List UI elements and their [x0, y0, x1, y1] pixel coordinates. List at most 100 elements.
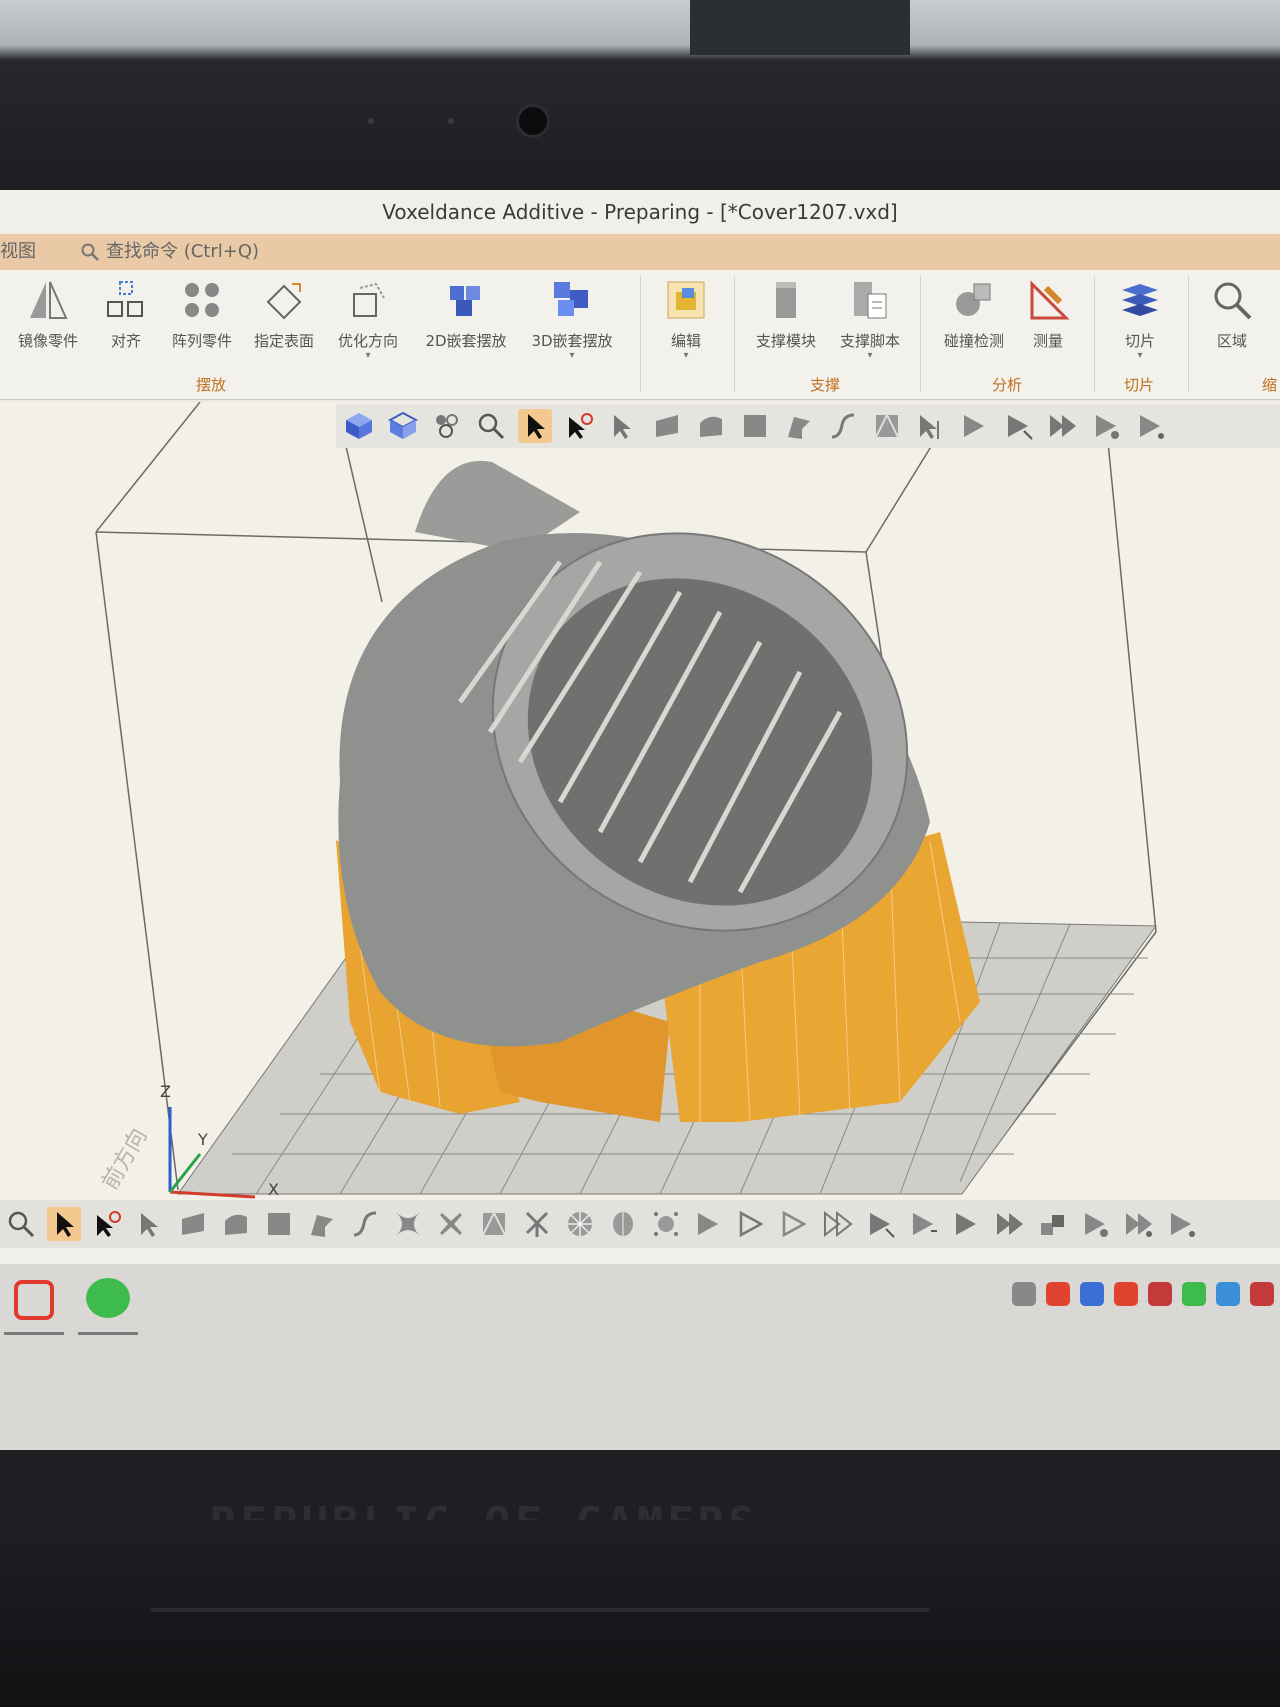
mirror-icon — [30, 281, 68, 319]
support-module-button[interactable]: 支撑模块 — [746, 274, 826, 351]
lattice-button[interactable] — [391, 1207, 425, 1241]
play-step-button[interactable] — [907, 1207, 941, 1241]
play-outline-icon — [739, 1210, 764, 1238]
zoom-fit-button[interactable] — [430, 409, 464, 443]
radial-support-button[interactable] — [563, 1207, 597, 1241]
align-button[interactable]: 对齐 — [86, 274, 166, 351]
select-edge-button[interactable] — [305, 1207, 339, 1241]
select-mesh-button[interactable] — [870, 409, 904, 443]
search-input[interactable]: 查找命令 (Ctrl+Q) — [106, 234, 259, 270]
chevron-down-icon[interactable]: ▾ — [524, 351, 620, 361]
tray-shield-icon[interactable] — [1080, 1282, 1104, 1306]
zoom-button[interactable] — [4, 1207, 38, 1241]
group-label-slice: 切片 — [1124, 376, 1155, 394]
tray-media-icon[interactable] — [1046, 1282, 1070, 1306]
play-cross-button[interactable] — [864, 1207, 898, 1241]
tray-drive-icon[interactable] — [1012, 1282, 1036, 1306]
view-solid-button[interactable] — [342, 409, 376, 443]
tree-icon — [525, 1211, 549, 1237]
play-cross-button[interactable] — [1002, 409, 1036, 443]
nest-2d-button[interactable]: 2D嵌套摆放 — [418, 274, 514, 351]
array-part-button[interactable]: 阵列零件 — [162, 274, 242, 351]
play-end-icon — [1140, 415, 1164, 439]
magnifier-icon — [478, 413, 505, 440]
select-surface-button[interactable] — [694, 409, 728, 443]
cross-support-button[interactable] — [434, 1207, 468, 1241]
fast-forward-button[interactable] — [1046, 409, 1080, 443]
laptop-bezel-bottom — [0, 1520, 1280, 1707]
mirror-part-button[interactable]: 镜像零件 — [8, 274, 88, 351]
nest-3d-button[interactable]: 3D嵌套摆放 ▾ — [524, 274, 620, 361]
collision-detection-button[interactable]: 碰撞检测 — [932, 274, 1016, 351]
tray-security-icon[interactable] — [1250, 1282, 1274, 1306]
select-rotate-button[interactable] — [562, 409, 596, 443]
magnifier-icon — [8, 1211, 35, 1238]
select-surface-button[interactable] — [219, 1207, 253, 1241]
select-mesh-button[interactable] — [477, 1207, 511, 1241]
lattice-icon — [397, 1213, 419, 1235]
zone-button[interactable]: 区域 — [1192, 274, 1272, 351]
mesh-icon — [875, 412, 899, 438]
fast-forward-button[interactable] — [993, 1207, 1027, 1241]
select-face-button[interactable] — [650, 409, 684, 443]
tray-bank-icon[interactable] — [1148, 1282, 1172, 1306]
play-end-button[interactable] — [1134, 409, 1168, 443]
play-forward-button[interactable] — [958, 409, 992, 443]
select-tool-button[interactable] — [518, 409, 552, 443]
support-script-button[interactable]: 支撑脚本 ▾ — [828, 274, 912, 361]
select-face-button[interactable] — [176, 1207, 210, 1241]
wechat-icon[interactable] — [86, 1278, 130, 1318]
play-outline-button[interactable] — [735, 1207, 769, 1241]
point-support-button[interactable] — [649, 1207, 683, 1241]
slice-button[interactable]: 切片 ▾ — [1100, 274, 1180, 361]
optimize-orientation-button[interactable]: 优化方向 ▾ — [328, 274, 408, 361]
play-tag-button[interactable] — [1079, 1207, 1113, 1241]
select-part-icon — [614, 415, 631, 439]
chevron-down-icon[interactable]: ▾ — [1100, 351, 1180, 361]
tray-network-icon[interactable] — [1216, 1282, 1240, 1306]
play-end-button[interactable] — [1165, 1207, 1199, 1241]
background-window — [690, 0, 910, 55]
cursor-gizmo-icon — [97, 1211, 121, 1237]
play-outline-icon — [782, 1210, 807, 1238]
command-search[interactable]: 查找命令 (Ctrl+Q) — [80, 234, 259, 270]
select-edge-button[interactable] — [782, 409, 816, 443]
chevron-down-icon[interactable]: ▾ — [646, 351, 726, 361]
chevron-down-icon[interactable]: ▾ — [828, 351, 912, 361]
support-select-button[interactable] — [914, 409, 948, 443]
add-cube-button[interactable] — [1036, 1207, 1070, 1241]
group-label-zoom: 缩 — [1262, 376, 1278, 394]
nest-2d-icon — [450, 286, 480, 316]
fast-forward-tag-button[interactable] — [1122, 1207, 1156, 1241]
edit-button[interactable]: 编辑 ▾ — [646, 274, 726, 361]
zoom-region-icon — [1214, 282, 1252, 320]
play-forward-button[interactable] — [692, 1207, 726, 1241]
tree-support-button[interactable] — [520, 1207, 554, 1241]
tray-chat-icon[interactable] — [1182, 1282, 1206, 1306]
play-tag-button[interactable] — [1090, 409, 1124, 443]
select-rotate-button[interactable] — [90, 1207, 124, 1241]
select-curve-button[interactable] — [826, 409, 860, 443]
app-g-icon[interactable] — [14, 1280, 54, 1320]
fast-forward-icon — [824, 1210, 853, 1238]
select-part-button[interactable] — [133, 1207, 167, 1241]
status-strip — [0, 1250, 1280, 1264]
select-part-button[interactable] — [606, 409, 640, 443]
select-plane-button[interactable] — [262, 1207, 296, 1241]
tab-view[interactable]: 视图 — [0, 234, 36, 270]
select-plane-button[interactable] — [738, 409, 772, 443]
measure-button[interactable]: 测量 — [1008, 274, 1088, 351]
view-wireframe-button[interactable] — [386, 409, 420, 443]
specify-surface-button[interactable]: 指定表面 — [244, 274, 324, 351]
edge-icon — [311, 1215, 333, 1237]
collision-icon — [956, 283, 991, 316]
play-solid-button[interactable] — [950, 1207, 984, 1241]
select-curve-button[interactable] — [348, 1207, 382, 1241]
chevron-down-icon[interactable]: ▾ — [328, 351, 408, 361]
fast-forward-outline-button[interactable] — [821, 1207, 855, 1241]
select-tool-button[interactable] — [47, 1207, 81, 1241]
cone-support-button[interactable] — [606, 1207, 640, 1241]
zoom-button[interactable] — [474, 409, 508, 443]
play-outline-2-button[interactable] — [778, 1207, 812, 1241]
tray-app-icon[interactable] — [1114, 1282, 1138, 1306]
